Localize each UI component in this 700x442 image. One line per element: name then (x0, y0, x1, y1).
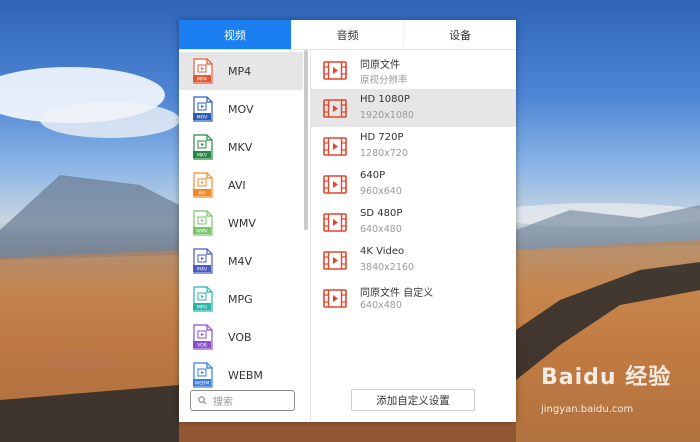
preset-list: 同原文件原视分辨率 HD 1080P 1920x1080 HD 720P 1280x72… (311, 50, 516, 422)
preset-name: HD 1080P (360, 94, 410, 105)
format-label: MP4 (228, 64, 252, 78)
watermark-url: jingyan.baidu.com (541, 404, 634, 415)
search-input[interactable]: 搜索 (190, 390, 295, 411)
preset-item[interactable]: SD 480P 640x480 (311, 203, 516, 241)
preset-item[interactable]: 同原文件 自定义 640x480 (311, 279, 516, 317)
preset-name: 640P (360, 170, 386, 181)
preset-item[interactable]: 同原文件 原视分辨率 (311, 51, 516, 89)
format-item-m4v[interactable]: M4V M4V (179, 242, 303, 280)
format-item-webm[interactable]: WEBM WEBM (179, 356, 303, 394)
file-format-tag: MPG (197, 305, 208, 311)
video-film-icon (323, 137, 347, 156)
format-label: WEBM (228, 368, 263, 382)
file-format-icon: M4V (193, 248, 213, 274)
format-label: M4V (228, 254, 253, 268)
format-item-mov[interactable]: MOV MOV (179, 90, 303, 128)
file-format-icon: AVI (193, 172, 213, 198)
format-item-wmv[interactable]: WMV WMV (179, 204, 303, 242)
format-label: MKV (228, 140, 253, 154)
preset-name: 同原文件 (360, 60, 400, 71)
file-format-tag: M4V (197, 267, 208, 273)
tab-video[interactable]: 视频 (179, 20, 291, 49)
preset-item[interactable]: HD 720P 1280x720 (311, 127, 516, 165)
format-label: WMV (228, 216, 256, 230)
preset-resolution: 1920x1080 (360, 110, 414, 121)
file-format-icon: WEBM (193, 362, 213, 388)
video-film-icon (323, 251, 347, 270)
file-format-icon: MP4 (193, 58, 213, 84)
format-item-avi[interactable]: AVI AVI (179, 166, 303, 204)
tab-device[interactable]: 设备 (403, 20, 516, 49)
file-format-icon: WMV (193, 210, 213, 236)
format-item-mpg[interactable]: MPG MPG (179, 280, 303, 318)
video-film-icon (323, 99, 347, 118)
video-film-icon (323, 289, 347, 308)
file-format-tag: MKV (197, 153, 208, 159)
file-format-icon: MKV (193, 134, 213, 160)
video-film-icon (323, 61, 347, 80)
format-list-scrollbar[interactable] (304, 50, 308, 230)
preset-resolution: 640x480 (360, 300, 402, 311)
file-format-icon: MPG (193, 286, 213, 312)
file-format-tag: MOV (197, 115, 208, 121)
search-placeholder: 搜索 (213, 397, 233, 408)
preset-name: SD 480P (360, 208, 403, 219)
file-format-tag: AVI (198, 191, 205, 197)
file-format-tag: MP4 (197, 77, 207, 83)
baidu-watermark: Baidu 经验 jingyan.baidu.com (541, 359, 672, 415)
preset-resolution: 原视分辨率 (360, 75, 408, 86)
format-item-vob[interactable]: VOB VOB (179, 318, 303, 356)
file-format-icon: VOB (193, 324, 213, 350)
preset-name: 4K Video (360, 246, 405, 257)
file-format-tag: VOB (197, 343, 207, 349)
format-item-mp4[interactable]: MP4 MP4 (179, 52, 303, 90)
format-label: MOV (228, 102, 254, 116)
preset-resolution: 640x480 (360, 224, 402, 235)
category-tabs: 视频 音频 设备 (179, 20, 516, 50)
format-label: VOB (228, 330, 252, 344)
format-item-mkv[interactable]: MKV MKV (179, 128, 303, 166)
video-film-icon (323, 175, 347, 194)
preset-resolution: 3840x2160 (360, 262, 414, 273)
format-picker-panel: 视频 音频 设备 MP4 MP4 MOV MOV MKV MKV AVI AVI WMV WMV M… (179, 20, 516, 422)
tab-audio[interactable]: 音频 (290, 20, 404, 49)
file-format-icon: MOV (193, 96, 213, 122)
format-label: MPG (228, 292, 253, 306)
video-film-icon (323, 213, 347, 232)
format-list: MP4 MP4 MOV MOV MKV MKV AVI AVI WMV WMV M4V M4V MPG M… (179, 50, 309, 422)
preset-resolution: 960x640 (360, 186, 402, 197)
preset-name: HD 720P (360, 132, 404, 143)
preset-item[interactable]: 4K Video 3840x2160 (311, 241, 516, 279)
preset-item[interactable]: HD 1080P 1920x1080 (311, 89, 516, 127)
preset-item[interactable]: 640P 960x640 (311, 165, 516, 203)
file-format-tag: WMV (196, 229, 209, 235)
search-icon (198, 396, 207, 405)
preset-name: 同原文件 自定义 (360, 288, 434, 299)
preset-resolution: 1280x720 (360, 148, 408, 159)
format-label: AVI (228, 178, 246, 192)
add-custom-setting-button[interactable]: 添加自定义设置 (351, 389, 475, 411)
file-format-tag: WEBM (195, 381, 210, 387)
watermark-brand: Baidu 经验 (541, 365, 672, 390)
